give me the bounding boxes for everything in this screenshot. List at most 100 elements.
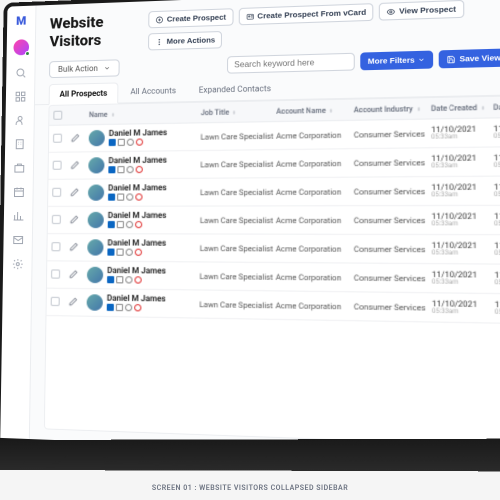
pencil-icon [69, 242, 78, 251]
copy-icon[interactable] [118, 139, 125, 146]
linkedin-icon[interactable] [107, 249, 114, 256]
edit-row-button[interactable] [69, 269, 87, 280]
row-checkbox[interactable] [51, 269, 60, 278]
thumb-icon[interactable] [126, 193, 133, 200]
table-row[interactable]: Daniel M James Lawn Care Specialist Acme… [48, 206, 500, 235]
view-prospect-button[interactable]: View Prospect [379, 0, 464, 21]
col-date-created-2[interactable]: Date Created [493, 102, 500, 112]
create-from-vcard-button[interactable]: Create Prospect From vCard [238, 3, 373, 25]
edit-row-button[interactable] [71, 133, 89, 144]
edit-row-button[interactable] [69, 297, 87, 308]
select-all-checkbox[interactable] [53, 111, 62, 120]
user-avatar[interactable] [13, 39, 29, 55]
warn-icon[interactable] [136, 138, 143, 145]
col-account-industry[interactable]: Account Industry [354, 104, 431, 114]
col-account-name[interactable]: Account Name [276, 106, 354, 116]
account-name-cell: Acme Corporation [276, 215, 354, 225]
mail-icon[interactable] [12, 234, 24, 246]
table-row[interactable]: Daniel M James Lawn Care Specialist Acme… [47, 289, 500, 324]
search-icon[interactable] [14, 67, 26, 79]
row-checkbox[interactable] [51, 296, 60, 305]
building-icon[interactable] [13, 138, 25, 150]
linkedin-icon[interactable] [107, 304, 114, 311]
prospect-name[interactable]: Daniel M James [107, 294, 166, 303]
save-view-button[interactable]: Save View [439, 48, 500, 68]
linkedin-icon[interactable] [109, 139, 116, 146]
row-checkbox[interactable] [51, 242, 60, 251]
bulk-action-dropdown[interactable]: Bulk Action [49, 59, 120, 78]
prospect-name[interactable]: Daniel M James [108, 212, 167, 220]
row-checkbox[interactable] [52, 214, 61, 223]
warn-icon[interactable] [135, 249, 142, 256]
edit-row-button[interactable] [70, 160, 88, 171]
thumb-icon[interactable] [127, 139, 134, 146]
table-row[interactable]: Daniel M James Lawn Care Specialist Acme… [48, 177, 500, 207]
search-input[interactable] [227, 53, 355, 74]
date-cell-2: 11/10/202105:33am [494, 241, 500, 257]
tab-all-prospects[interactable]: All Prospects [49, 82, 119, 105]
linkedin-icon[interactable] [108, 221, 115, 228]
thumb-icon[interactable] [126, 221, 133, 228]
edit-row-button[interactable] [69, 242, 87, 253]
logo-icon[interactable]: M [16, 14, 26, 28]
col-name[interactable]: Name [89, 109, 201, 119]
warn-icon[interactable] [135, 193, 142, 200]
social-icons [109, 138, 167, 146]
vcard-icon [246, 12, 254, 20]
chevron-down-icon [104, 65, 111, 72]
copy-icon[interactable] [116, 276, 123, 283]
calendar-icon[interactable] [13, 186, 25, 198]
thumb-icon[interactable] [126, 166, 133, 173]
name-cell: Daniel M James [87, 267, 200, 285]
row-checkbox[interactable] [53, 160, 62, 169]
col-date-created[interactable]: Date Created [431, 103, 493, 113]
create-prospect-label: Create Prospect [167, 13, 226, 24]
thumb-icon[interactable] [125, 304, 132, 311]
account-industry-cell: Consumer Services [354, 215, 432, 225]
edit-row-button[interactable] [70, 214, 88, 225]
linkedin-icon[interactable] [108, 166, 115, 173]
copy-icon[interactable] [116, 304, 123, 311]
app-shell: M Website Visitors Create Prospect [0, 0, 500, 458]
briefcase-icon[interactable] [13, 162, 25, 174]
users-icon[interactable] [14, 114, 26, 126]
prospect-name[interactable]: Daniel M James [109, 129, 167, 138]
tab-all-accounts[interactable]: All Accounts [120, 81, 186, 103]
date-cell: 11/10/202105:33am [432, 300, 495, 317]
more-actions-button[interactable]: More Actions [148, 31, 222, 51]
prospect-name[interactable]: Daniel M James [107, 239, 166, 247]
account-name-cell: Acme Corporation [276, 300, 354, 311]
linkedin-icon[interactable] [108, 194, 115, 201]
table-row[interactable]: Daniel M James Lawn Care Specialist Acme… [49, 147, 500, 179]
tab-expanded-contacts[interactable]: Expanded Contacts [188, 79, 281, 102]
thumb-icon[interactable] [126, 249, 133, 256]
date-cell: 11/10/202105:33am [432, 241, 495, 257]
more-filters-button[interactable]: More Filters [360, 51, 433, 71]
copy-icon[interactable] [117, 166, 124, 173]
table-row[interactable]: Daniel M James Lawn Care Specialist Acme… [47, 234, 500, 265]
job-title-cell: Lawn Care Specialist [201, 131, 277, 141]
row-avatar [88, 212, 104, 228]
warn-icon[interactable] [134, 276, 141, 283]
row-checkbox[interactable] [53, 133, 62, 142]
copy-icon[interactable] [116, 249, 123, 256]
create-prospect-button[interactable]: Create Prospect [148, 8, 233, 28]
pencil-icon [69, 269, 78, 278]
dashboard-icon[interactable] [14, 91, 26, 103]
copy-icon[interactable] [117, 221, 124, 228]
warn-icon[interactable] [134, 304, 141, 311]
linkedin-icon[interactable] [107, 276, 114, 283]
thumb-icon[interactable] [125, 276, 132, 283]
prospect-name[interactable]: Daniel M James [108, 184, 167, 192]
warn-icon[interactable] [136, 166, 143, 173]
prospect-name[interactable]: Daniel M James [107, 267, 166, 276]
edit-row-button[interactable] [70, 187, 88, 198]
chart-icon[interactable] [12, 210, 24, 222]
prospect-name[interactable]: Daniel M James [108, 157, 167, 166]
main-content: Website Visitors Create Prospect Create … [30, 0, 500, 458]
settings-icon[interactable] [11, 258, 23, 270]
warn-icon[interactable] [135, 221, 142, 228]
copy-icon[interactable] [117, 194, 124, 201]
row-checkbox[interactable] [52, 187, 61, 196]
col-job-title[interactable]: Job Title [201, 107, 277, 117]
